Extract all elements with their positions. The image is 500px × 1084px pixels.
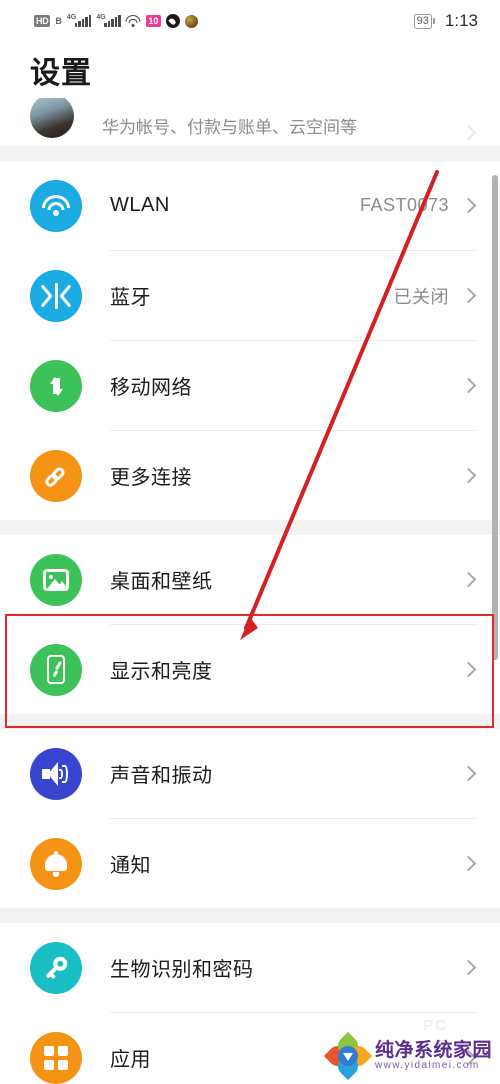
section-sound: 声音和振动 通知 <box>0 729 500 908</box>
settings-row-value: 已关闭 <box>393 286 449 307</box>
signal-4g-label-1: 4G <box>66 14 77 21</box>
settings-row-wlan[interactable]: WLAN FAST0073 <box>0 161 500 250</box>
settings-row-label: 通知 <box>110 855 151 877</box>
chevron-right-icon <box>460 377 477 394</box>
hd-icon: HD <box>34 15 51 27</box>
link-icon <box>30 449 82 502</box>
section-display: 桌面和壁纸 显示和亮度 <box>0 535 500 714</box>
volte-icon: B <box>55 16 62 26</box>
chevron-right-icon <box>460 765 477 782</box>
settings-row-value: FAST0073 <box>359 195 449 215</box>
bluetooth-icon <box>30 269 82 322</box>
settings-row-biometrics-password[interactable]: 生物识别和密码 <box>0 923 500 1012</box>
watermark-name: 纯净系统家园 <box>374 1039 492 1061</box>
section-connectivity: WLAN FAST0073 蓝牙 已关闭 移动网络 更多连接 <box>0 161 500 520</box>
chevron-right-icon <box>460 467 477 484</box>
site-watermark: 纯净系统家园 www.yidaimei.com <box>323 1031 492 1081</box>
notification-badge-10: 10 <box>145 15 161 27</box>
settings-row-label: 移动网络 <box>110 377 192 399</box>
grid-icon <box>30 1031 82 1084</box>
settings-row-mobile-network[interactable]: 移动网络 <box>0 341 500 430</box>
app-icon-brown <box>184 14 198 28</box>
settings-screen: HD B 4G 4G 10 93 1:13 设置 华为帐号、付款与账单、云空间等… <box>0 0 500 1084</box>
ghost-watermark: PC <box>423 1017 448 1034</box>
account-section: 华为帐号、付款与账单、云空间等 <box>0 98 500 146</box>
section-gap <box>0 908 500 923</box>
chevron-right-icon <box>460 571 477 588</box>
battery-icon: 93 <box>413 13 435 29</box>
section-gap <box>0 146 500 161</box>
settings-row-label: 显示和亮度 <box>110 661 213 683</box>
settings-row-notifications[interactable]: 通知 <box>0 819 500 908</box>
chevron-right-icon <box>460 959 477 976</box>
clock: 1:13 <box>444 11 478 30</box>
settings-row-label: 桌面和壁纸 <box>110 571 213 593</box>
settings-row-bluetooth[interactable]: 蓝牙 已关闭 <box>0 251 500 340</box>
settings-row-display-brightness[interactable]: 显示和亮度 <box>0 625 500 714</box>
battery-tip <box>432 18 435 24</box>
signal-4g-icon-1: 4G <box>66 14 92 27</box>
section-gap <box>0 520 500 535</box>
watermark-text: 纯净系统家园 www.yidaimei.com <box>374 1039 492 1071</box>
scrollbar[interactable] <box>492 175 498 660</box>
phone-brightness-icon <box>30 643 82 696</box>
chevron-right-icon <box>460 124 477 141</box>
chevron-right-icon <box>460 855 477 872</box>
page-header: 设置 <box>0 42 500 98</box>
image-icon <box>30 553 82 606</box>
signal-4g-label-2: 4G <box>96 14 106 21</box>
speaker-icon <box>30 747 82 800</box>
chevron-right-icon <box>460 287 477 304</box>
settings-row-label: 更多连接 <box>110 467 192 489</box>
status-bar-right-icons: 93 1:13 <box>413 11 478 31</box>
watermark-logo-icon <box>323 1031 373 1081</box>
account-subtitle: 华为帐号、付款与账单、云空间等 <box>102 118 357 137</box>
settings-row-sound-vibration[interactable]: 声音和振动 <box>0 729 500 818</box>
settings-row-label: WLAN <box>110 194 170 216</box>
wifi-icon <box>30 179 82 232</box>
settings-row-label: 生物识别和密码 <box>110 959 254 981</box>
account-row[interactable]: 华为帐号、付款与账单、云空间等 <box>0 98 500 146</box>
section-gap <box>0 714 500 729</box>
mobile-network-icon <box>30 359 82 412</box>
bell-icon <box>30 837 82 890</box>
avatar <box>30 98 74 138</box>
wifi-icon <box>125 15 141 27</box>
status-bar: HD B 4G 4G 10 93 1:13 <box>0 0 500 42</box>
battery-percent: 93 <box>413 13 432 29</box>
chevron-right-icon <box>460 661 477 678</box>
settings-row-wallpaper[interactable]: 桌面和壁纸 <box>0 535 500 624</box>
chevron-right-icon <box>460 197 477 214</box>
settings-row-more-connections[interactable]: 更多连接 <box>0 431 500 520</box>
key-icon <box>30 941 82 994</box>
page-title: 设置 <box>30 57 92 90</box>
settings-row-label: 蓝牙 <box>110 287 151 309</box>
settings-row-label: 声音和振动 <box>110 765 213 787</box>
signal-4g-icon-2: 4G <box>96 14 121 27</box>
status-bar-left-icons: HD B 4G 4G 10 <box>34 14 198 28</box>
watermark-url: www.yidaimei.com <box>374 1059 480 1071</box>
water-drop-icon <box>165 14 180 28</box>
